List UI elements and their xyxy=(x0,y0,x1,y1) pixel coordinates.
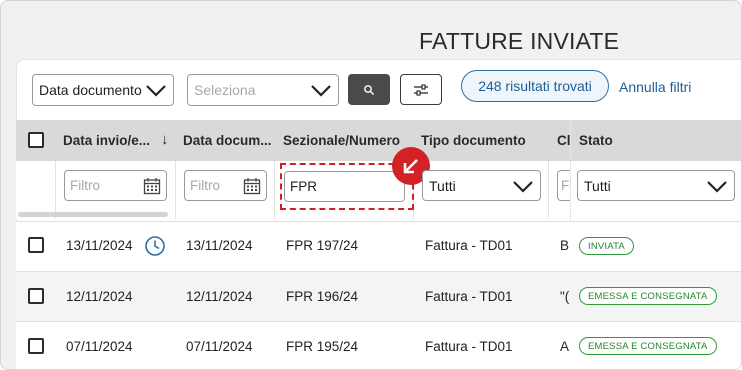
column-divider xyxy=(548,161,549,219)
column-divider xyxy=(55,161,56,219)
search-icon xyxy=(364,84,374,95)
status-badge: EMESSA E CONSEGNATA xyxy=(579,337,717,355)
stato-filter-select[interactable]: Tutti xyxy=(577,170,735,201)
calendar-icon[interactable] xyxy=(243,177,261,195)
cliente-filter-placeholder: F xyxy=(561,178,570,193)
cell-data-invio: 12/11/2024 xyxy=(66,289,133,304)
app-window: FATTURE INVIATE Data documento Seleziona… xyxy=(0,0,742,370)
stato-filter-value: Tutti xyxy=(584,177,611,194)
column-header-stato[interactable]: Stato xyxy=(579,133,613,148)
search-button[interactable] xyxy=(348,74,390,105)
period-select-placeholder: Seleziona xyxy=(194,82,256,98)
tipo-filter-select[interactable]: Tutti xyxy=(422,170,541,201)
cell-data-invio: 13/11/2024 xyxy=(66,238,133,253)
date-type-select-value: Data documento xyxy=(39,82,142,98)
status-badge: EMESSA E CONSEGNATA xyxy=(579,287,717,305)
cell-tipo: Fattura - TD01 xyxy=(425,238,513,253)
horizontal-scrollbar[interactable] xyxy=(18,212,168,217)
advanced-filters-button[interactable] xyxy=(400,74,442,105)
column-divider xyxy=(274,161,275,219)
cell-cliente: B xyxy=(560,238,570,253)
cell-cliente: A xyxy=(560,339,570,354)
data-invio-filter-placeholder: Filtro xyxy=(70,178,100,193)
cell-numero: FPR 196/24 xyxy=(286,289,359,304)
page-title: FATTURE INVIATE xyxy=(419,28,620,54)
cliente-filter-input[interactable]: F xyxy=(557,170,571,201)
row-checkbox[interactable] xyxy=(28,338,44,354)
status-badge: INVIATA xyxy=(579,237,634,255)
chevron-down-icon xyxy=(513,181,533,193)
tipo-filter-value: Tutti xyxy=(429,177,456,194)
clock-icon[interactable] xyxy=(144,235,166,257)
column-header-data-invio[interactable]: Data invio/e... xyxy=(63,133,150,148)
row-checkbox[interactable] xyxy=(28,288,44,304)
chevron-down-icon xyxy=(146,85,166,97)
period-select[interactable]: Seleziona xyxy=(187,74,339,106)
cell-numero: FPR 197/24 xyxy=(286,238,359,253)
cell-data-documento: 07/11/2024 xyxy=(186,339,253,354)
select-all-checkbox[interactable] xyxy=(28,132,44,148)
clear-filters-link[interactable]: Annulla filtri xyxy=(619,79,691,95)
date-type-select[interactable]: Data documento xyxy=(32,74,174,106)
cell-tipo: Fattura - TD01 xyxy=(425,339,513,354)
sort-desc-icon[interactable]: ↓ xyxy=(161,131,169,148)
column-header-tipo[interactable]: Tipo documento xyxy=(421,133,526,148)
cell-tipo: Fattura - TD01 xyxy=(425,289,513,304)
filter-settings-icon xyxy=(414,83,428,96)
column-header-data-documento[interactable]: Data docum... xyxy=(183,133,272,148)
cell-cliente: "( xyxy=(560,289,570,304)
row-checkbox[interactable] xyxy=(28,237,44,253)
data-invio-filter-input[interactable]: Filtro xyxy=(64,170,167,201)
column-header-cliente[interactable]: Cl xyxy=(557,133,571,148)
cell-numero: FPR 195/24 xyxy=(286,339,359,354)
results-count-badge[interactable]: 248 risultati trovati xyxy=(461,70,609,102)
cell-data-documento: 12/11/2024 xyxy=(186,289,253,304)
column-divider xyxy=(175,161,176,219)
data-documento-filter-input[interactable]: Filtro xyxy=(184,170,267,201)
calendar-icon[interactable] xyxy=(143,177,161,195)
data-documento-filter-placeholder: Filtro xyxy=(190,178,220,193)
cell-data-invio: 07/11/2024 xyxy=(66,339,133,354)
chevron-down-icon xyxy=(707,181,727,193)
chevron-down-icon xyxy=(311,85,331,97)
column-header-sezionale[interactable]: Sezionale/Numero xyxy=(283,133,400,148)
cell-data-documento: 13/11/2024 xyxy=(186,238,253,253)
